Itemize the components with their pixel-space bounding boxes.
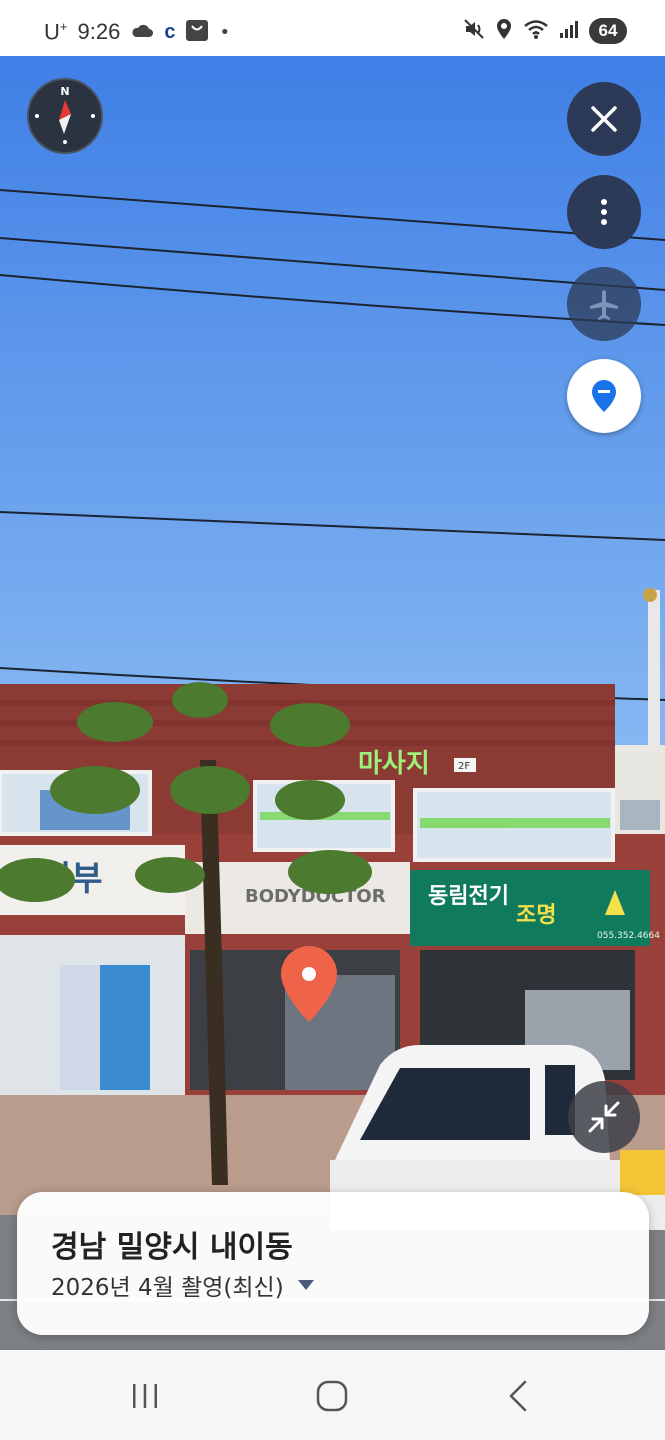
svg-text:055.352.4664: 055.352.4664 (597, 931, 660, 941)
wifi-icon (523, 18, 549, 44)
location-pin-icon (592, 380, 616, 412)
sign-massage: 마사지 (358, 749, 430, 779)
carrier-label: U+ (44, 18, 68, 45)
svg-text:N: N (60, 85, 69, 98)
location-info-card[interactable]: 경남 밀양시 내이동 2026년 4월 촬영(최신) (17, 1192, 649, 1335)
location-icon (495, 18, 513, 44)
app-c-icon: c (164, 20, 176, 43)
street-view-panorama[interactable]: 마사지 2F 피부 BODYDOCTOR 동림전기 조명 055.352.466… (0, 56, 665, 1350)
airplane-button[interactable] (567, 267, 641, 341)
sky (0, 56, 665, 756)
notification-dot: • (219, 21, 231, 43)
navigation-bar (0, 1350, 665, 1440)
recents-button[interactable] (115, 1374, 175, 1418)
battery-indicator: 64 (589, 18, 627, 44)
mute-icon (463, 18, 485, 44)
status-bar: U+ 9:26 c • 64 (0, 0, 665, 56)
capture-date-selector[interactable]: 2026년 4월 촬영(최신) (51, 1268, 314, 1302)
more-options-button[interactable] (567, 175, 641, 249)
collapse-view-button[interactable] (568, 1081, 640, 1153)
close-button[interactable] (567, 82, 641, 156)
airplane-icon (590, 290, 618, 320)
more-vertical-icon (601, 199, 607, 225)
svg-text:동림전기: 동림전기 (428, 884, 509, 909)
svg-text:조명: 조명 (516, 903, 556, 928)
close-icon (591, 106, 617, 132)
back-icon (509, 1380, 527, 1412)
location-pin-button[interactable] (567, 359, 641, 433)
cloud-icon (130, 22, 154, 42)
compass-button[interactable]: N (27, 78, 103, 154)
place-name: 경남 밀양시 내이동 (51, 1230, 293, 1265)
compass-icon: N (35, 85, 95, 144)
shopping-bag-icon (185, 18, 209, 46)
back-button[interactable] (488, 1374, 548, 1418)
home-icon (316, 1380, 348, 1412)
map-marker-icon (278, 944, 340, 1024)
sign-2f: 2F (458, 761, 470, 772)
capture-date: 2026년 4월 촬영(최신) (51, 1275, 284, 1301)
signal-icon (559, 19, 579, 43)
recents-icon (133, 1384, 157, 1408)
home-button[interactable] (302, 1374, 362, 1418)
status-time: 9:26 (77, 19, 121, 44)
street-view-image: 마사지 2F 피부 BODYDOCTOR 동림전기 조명 055.352.466… (0, 56, 665, 1350)
caret-down-icon (297, 1280, 314, 1290)
collapse-icon (588, 1101, 620, 1133)
